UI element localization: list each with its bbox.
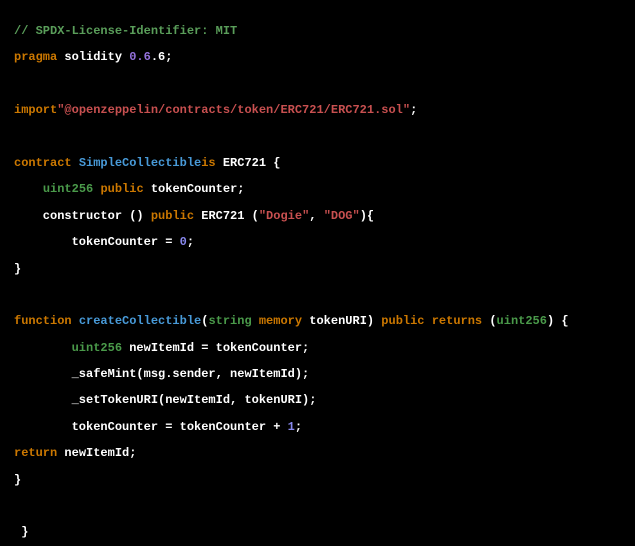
code-line: contract SimpleCollectibleis ERC721 { bbox=[14, 150, 621, 176]
token: public bbox=[381, 314, 424, 328]
token: } bbox=[14, 525, 28, 539]
code-line: function createCollectible ( string memory… bbox=[14, 308, 621, 334]
token: .6; bbox=[151, 50, 173, 64]
token: constructor () bbox=[14, 209, 151, 223]
token: import bbox=[14, 103, 57, 117]
token: 0 bbox=[180, 235, 187, 249]
token: 0.6 bbox=[129, 50, 151, 64]
code-line: // SPDX-License-Identifier: MIT bbox=[14, 18, 621, 44]
token: } bbox=[14, 473, 21, 487]
token: ; bbox=[295, 420, 302, 434]
token: return bbox=[14, 446, 57, 460]
code-line: _safeMint(msg.sender, newItemId); bbox=[14, 361, 621, 387]
code-line: _setTokenURI(newItemId, tokenURI); bbox=[14, 387, 621, 413]
code-line: pragma solidity 0.6.6; bbox=[14, 44, 621, 70]
code-line: return newItemId; bbox=[14, 440, 621, 466]
token bbox=[252, 314, 259, 328]
code-line: tokenCounter = 0; bbox=[14, 229, 621, 255]
token: // SPDX-License-Identifier: MIT bbox=[14, 24, 237, 38]
token: ){ bbox=[360, 209, 374, 223]
code-line: constructor () public ERC721 ("Dogie", "… bbox=[14, 203, 621, 229]
token: uint256 bbox=[497, 314, 547, 328]
token: _safeMint(msg.sender, newItemId); bbox=[14, 367, 309, 381]
code-line bbox=[14, 71, 621, 97]
token: ; bbox=[187, 235, 194, 249]
token: newItemId; bbox=[57, 446, 136, 460]
code-block: // SPDX-License-Identifier: MIT pragma so… bbox=[14, 18, 621, 546]
token: is bbox=[201, 156, 215, 170]
token: uint256 bbox=[72, 341, 122, 355]
token: _setTokenURI(newItemId, tokenURI); bbox=[14, 393, 316, 407]
token bbox=[425, 314, 432, 328]
code-line: } bbox=[14, 467, 621, 493]
token: function bbox=[14, 314, 72, 328]
token: public bbox=[151, 209, 194, 223]
token bbox=[72, 156, 79, 170]
token: ( bbox=[482, 314, 496, 328]
code-line: } bbox=[14, 519, 621, 545]
code-line bbox=[14, 282, 621, 308]
token: 1 bbox=[288, 420, 295, 434]
token: pragma bbox=[14, 50, 57, 64]
token: tokenCounter = bbox=[14, 235, 180, 249]
token: ERC721 { bbox=[216, 156, 281, 170]
token bbox=[14, 341, 72, 355]
code-line: tokenCounter = tokenCounter + 1; bbox=[14, 414, 621, 440]
code-line: uint256 public tokenCounter; bbox=[14, 176, 621, 202]
token: returns bbox=[432, 314, 482, 328]
code-line: import"@openzeppelin/contracts/token/ERC… bbox=[14, 97, 621, 123]
token bbox=[14, 182, 43, 196]
token: SimpleCollectible bbox=[79, 156, 201, 170]
token: solidity bbox=[57, 50, 129, 64]
token: tokenURI) bbox=[302, 314, 381, 328]
token: string bbox=[208, 314, 251, 328]
token: memory bbox=[259, 314, 302, 328]
token bbox=[72, 314, 79, 328]
token: tokenCounter; bbox=[144, 182, 245, 196]
token: ; bbox=[410, 103, 417, 117]
token: uint256 bbox=[43, 182, 93, 196]
token: tokenCounter = tokenCounter + bbox=[14, 420, 288, 434]
token: } bbox=[14, 262, 21, 276]
code-line: uint256 newItemId = tokenCounter; bbox=[14, 335, 621, 361]
code-line bbox=[14, 493, 621, 519]
token: public bbox=[100, 182, 143, 196]
token: newItemId = tokenCounter; bbox=[122, 341, 309, 355]
token: "@openzeppelin/contracts/token/ERC721/ER… bbox=[57, 103, 410, 117]
code-line: } bbox=[14, 256, 621, 282]
token: ERC721 ( bbox=[194, 209, 259, 223]
token: contract bbox=[14, 156, 72, 170]
code-line bbox=[14, 124, 621, 150]
token: createCollectible bbox=[79, 314, 201, 328]
token: , bbox=[309, 209, 323, 223]
token: ) { bbox=[547, 314, 569, 328]
token: "DOG" bbox=[324, 209, 360, 223]
token: "Dogie" bbox=[259, 209, 309, 223]
